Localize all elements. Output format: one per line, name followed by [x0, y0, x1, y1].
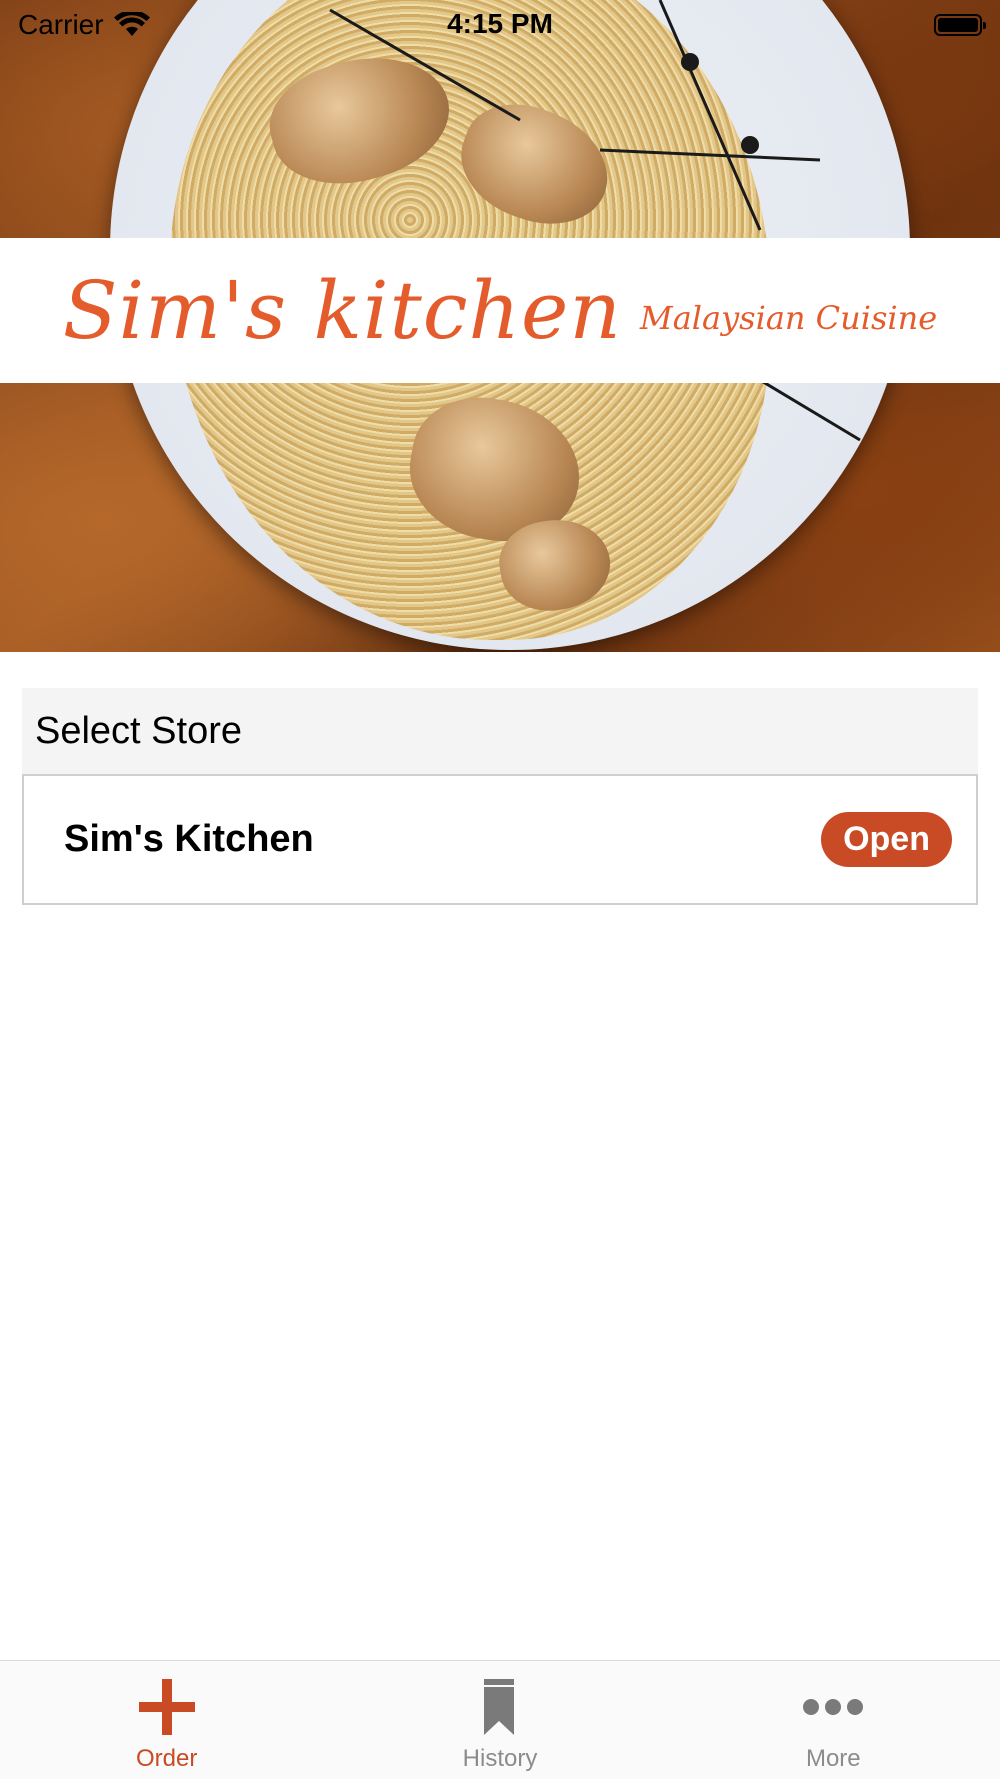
bookmark-icon	[468, 1675, 532, 1739]
tab-bar: Order History More	[0, 1660, 1000, 1779]
store-row[interactable]: Sim's Kitchen Open	[22, 774, 978, 905]
store-name: Sim's Kitchen	[64, 818, 314, 860]
more-icon	[801, 1675, 865, 1739]
section-header-label: Select Store	[35, 709, 242, 752]
tab-label: History	[462, 1745, 538, 1772]
logo-title: Sim's kitchen	[62, 264, 622, 357]
tab-history[interactable]: History	[333, 1661, 666, 1779]
tab-label: More	[805, 1745, 861, 1772]
tab-order[interactable]: Order	[0, 1661, 333, 1779]
logo-banner: Sim's kitchen Malaysian Cuisine	[0, 238, 1000, 383]
status-time: 4:15 PM	[447, 8, 553, 39]
tab-label: Order	[135, 1745, 198, 1772]
tab-more[interactable]: More	[667, 1661, 1000, 1779]
plus-icon	[135, 1675, 199, 1739]
logo-subtitle: Malaysian Cuisine	[639, 298, 938, 337]
section-header: Select Store	[22, 688, 978, 774]
status-badge: Open	[821, 812, 952, 867]
